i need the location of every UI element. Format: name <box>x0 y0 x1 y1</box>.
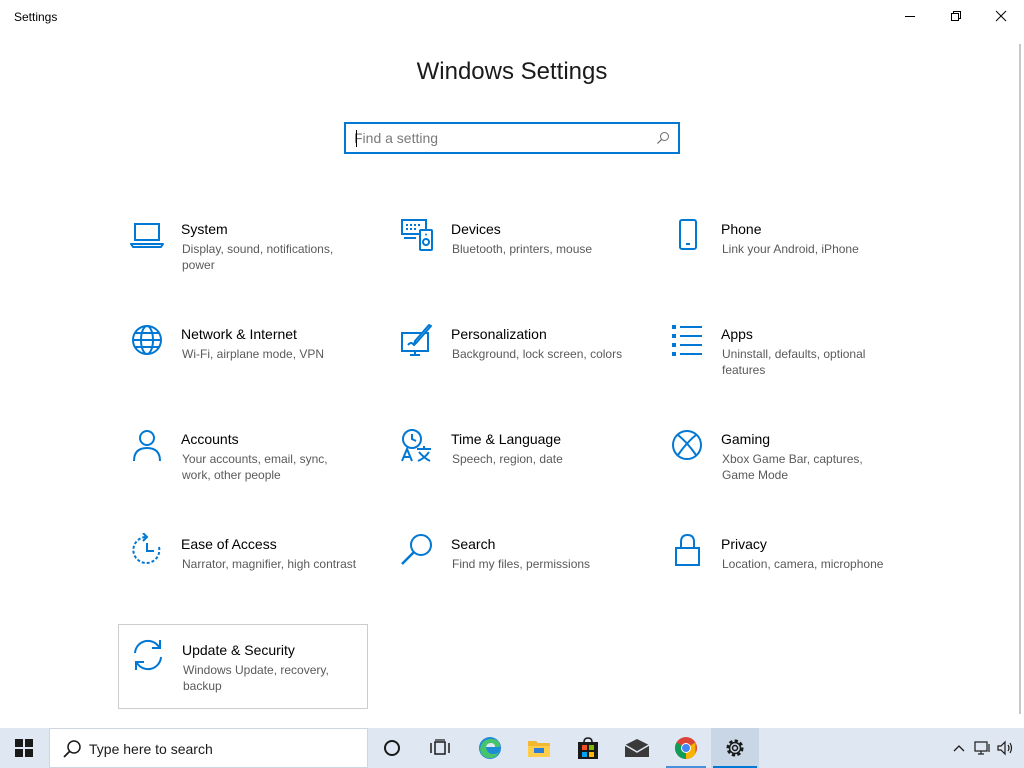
tile-description: Background, lock screen, colors <box>452 347 623 361</box>
tile-description: Link your Android, iPhone <box>722 242 859 256</box>
tile-description: Your accounts, email, sync, work, other … <box>182 452 328 482</box>
tile-ease-of-access[interactable]: Ease of Access Narrator, magnifier, high… <box>118 533 368 617</box>
chrome-icon <box>675 737 697 759</box>
close-button[interactable] <box>978 0 1024 32</box>
minimize-icon <box>905 16 915 17</box>
tile-network-internet[interactable]: Network & Internet Wi-Fi, airplane mode,… <box>118 323 368 407</box>
tile-title: Devices <box>451 221 501 237</box>
taskbar: Type here to search <box>0 728 1024 768</box>
network-tray-button[interactable] <box>972 728 994 768</box>
start-button[interactable] <box>0 728 48 768</box>
search-icon <box>401 534 432 565</box>
xbox-icon <box>672 430 702 460</box>
laptop-icon <box>130 223 164 248</box>
tile-title: Time & Language <box>451 431 561 447</box>
store-button[interactable] <box>564 728 612 768</box>
file-explorer-icon <box>528 741 550 757</box>
edge-button[interactable] <box>466 728 514 768</box>
tile-title: Apps <box>721 326 753 342</box>
text-caret <box>356 130 357 147</box>
tile-system[interactable]: System Display, sound, notifications, po… <box>118 218 368 302</box>
tile-devices[interactable]: Devices Bluetooth, printers, mouse <box>388 218 638 302</box>
tile-title: Personalization <box>451 326 547 342</box>
tile-description: Bluetooth, printers, mouse <box>452 242 593 256</box>
minimize-button[interactable] <box>887 0 933 32</box>
title-bar: Settings <box>0 0 1024 33</box>
network-icon <box>974 741 990 755</box>
cortana-button[interactable] <box>368 728 416 768</box>
tile-title: Network & Internet <box>181 326 297 342</box>
tile-description: Xbox Game Bar, captures, Game Mode <box>722 452 863 482</box>
tile-personalization[interactable]: Personalization Background, lock screen,… <box>388 323 638 407</box>
volume-icon <box>997 740 1013 756</box>
scrollbar-thumb[interactable] <box>1019 44 1021 714</box>
tile-title: System <box>181 221 228 237</box>
windows-logo-icon <box>15 739 33 757</box>
close-icon <box>995 10 1007 22</box>
tile-time-language[interactable]: Time & Language Speech, region, date <box>388 428 638 512</box>
tile-apps[interactable]: Apps Uninstall, defaults, optional featu… <box>658 323 908 407</box>
settings-search-box[interactable] <box>344 122 680 154</box>
lock-icon <box>675 533 700 566</box>
restore-icon <box>951 11 961 21</box>
search-icon <box>657 132 669 144</box>
volume-tray-button[interactable] <box>994 728 1016 768</box>
sync-icon <box>134 639 162 671</box>
settings-search-input[interactable] <box>354 129 644 147</box>
tile-description: Uninstall, defaults, optional features <box>722 347 866 377</box>
chrome-button[interactable] <box>662 728 710 768</box>
paint-icon <box>401 324 432 356</box>
tile-phone[interactable]: Phone Link your Android, iPhone <box>658 218 908 302</box>
edge-icon <box>479 737 501 759</box>
time-language-icon <box>401 429 431 462</box>
task-view-icon <box>430 739 450 755</box>
tile-privacy[interactable]: Privacy Location, camera, microphone <box>658 533 908 617</box>
tile-title: Phone <box>721 221 762 237</box>
tile-search[interactable]: Search Find my files, permissions <box>388 533 638 617</box>
person-icon <box>133 430 161 462</box>
mail-icon <box>624 739 650 757</box>
tile-description: Find my files, permissions <box>452 557 591 571</box>
window-title: Settings <box>14 10 58 24</box>
file-explorer-button[interactable] <box>515 728 563 768</box>
restore-button[interactable] <box>933 0 979 32</box>
tile-description: Display, sound, notifications, power <box>182 242 334 272</box>
chevron-up-icon <box>953 745 965 752</box>
task-view-button[interactable] <box>416 728 464 768</box>
tile-update-security[interactable]: Update & Security Windows Update, recove… <box>118 624 368 709</box>
tile-title: Search <box>451 536 496 552</box>
tile-title: Gaming <box>721 431 771 447</box>
tile-description: Wi-Fi, airplane mode, VPN <box>182 347 325 361</box>
globe-icon <box>132 325 162 355</box>
tile-title: Accounts <box>181 431 239 447</box>
taskbar-search-box[interactable]: Type here to search <box>49 728 368 768</box>
page-title: Windows Settings <box>416 58 608 85</box>
tile-description: Speech, region, date <box>452 452 563 466</box>
show-hidden-icons-button[interactable] <box>948 728 970 768</box>
tile-description: Location, camera, microphone <box>722 557 884 571</box>
tile-title: Update & Security <box>182 642 295 658</box>
tile-gaming[interactable]: Gaming Xbox Game Bar, captures, Game Mod… <box>658 428 908 512</box>
mail-button[interactable] <box>613 728 661 768</box>
apps-list-icon <box>672 325 702 356</box>
search-icon <box>63 740 81 758</box>
tile-title: Privacy <box>721 536 767 552</box>
taskbar-search-label: Type here to search <box>89 741 213 757</box>
devices-icon <box>401 219 433 251</box>
tile-description: Narrator, magnifier, high contrast <box>182 557 357 571</box>
cortana-icon <box>384 740 400 756</box>
tile-accounts[interactable]: Accounts Your accounts, email, sync, wor… <box>118 428 368 512</box>
phone-icon <box>679 219 697 250</box>
ease-of-access-icon <box>132 533 161 564</box>
tile-title: Ease of Access <box>181 536 277 552</box>
tile-description: Windows Update, recovery, backup <box>183 663 329 693</box>
store-icon <box>578 737 598 759</box>
settings-gear-icon <box>726 739 744 757</box>
settings-taskbar-button[interactable] <box>711 728 759 768</box>
